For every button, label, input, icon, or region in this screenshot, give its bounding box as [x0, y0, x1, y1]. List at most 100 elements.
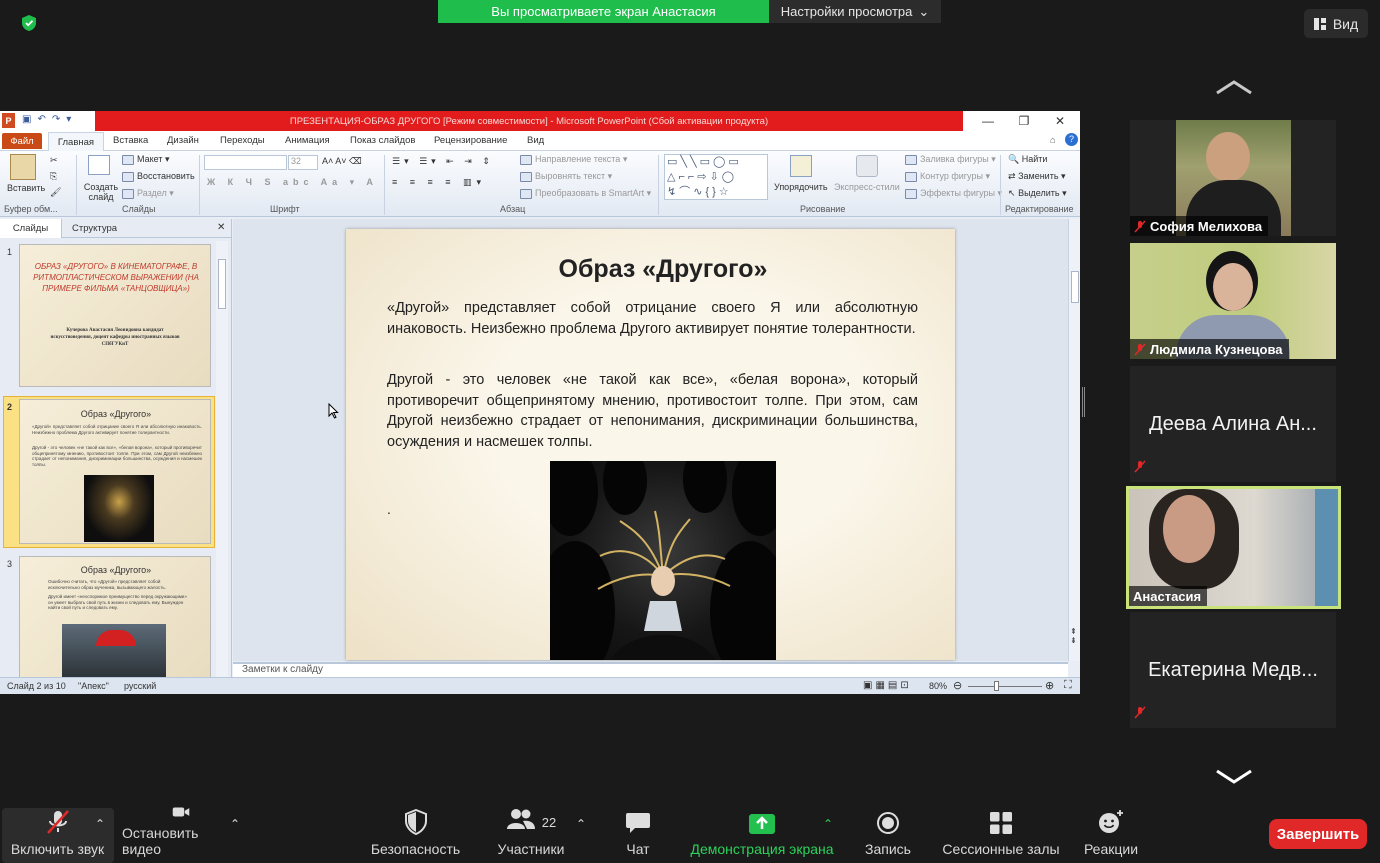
arrange-icon[interactable] — [790, 155, 812, 177]
shapes-gallery[interactable]: ▭╲╲▭◯▭ △⌐⌐⇨⇩◯ ↯⌒∿{}☆ — [664, 154, 768, 200]
participant-tile[interactable]: Деева Алина Ан... — [1130, 366, 1336, 482]
zoom-level[interactable]: 80% — [929, 681, 947, 691]
participants-options-caret[interactable]: ⌃ — [576, 817, 586, 831]
view-button[interactable]: Вид — [1304, 9, 1368, 38]
participant-tile[interactable]: Екатерина Медв... — [1130, 612, 1336, 728]
video-camera-icon — [172, 807, 190, 817]
shape-effects-button[interactable]: Эффекты фигуры ▾ — [905, 188, 1002, 199]
quick-access-toolbar[interactable]: ▣↶↷▾ — [22, 114, 77, 125]
participant-tile[interactable]: Людмила Кузнецова — [1130, 243, 1336, 359]
tab-animation[interactable]: Анимация — [285, 135, 330, 146]
scroll-thumb[interactable] — [218, 259, 226, 309]
zoom-slider-thumb[interactable] — [994, 681, 999, 691]
chat-button[interactable]: Чат — [612, 805, 664, 863]
copy-icon[interactable]: ⎘ — [50, 171, 57, 182]
slide-thumbnail-2[interactable]: Образ «Другого» «Другой» представляет со… — [19, 399, 211, 544]
security-button[interactable]: Безопасность — [368, 805, 463, 863]
current-slide[interactable]: Образ «Другого» «Другой» представляет со… — [346, 229, 955, 660]
slide-paragraph-1[interactable]: «Другой» представляет собой отрицание св… — [387, 298, 918, 339]
participants-button[interactable]: 22 Участники — [494, 805, 568, 863]
scroll-thumb[interactable] — [1071, 271, 1079, 303]
collapse-ribbon-icon[interactable]: ⌂ — [1050, 135, 1056, 146]
tab-insert[interactable]: Вставка — [113, 135, 148, 146]
align-text-button[interactable]: Выровнять текст ▾ — [520, 171, 612, 182]
slide-thumbnail-1[interactable]: ОБРАЗ «ДРУГОГО» В КИНЕМАТОГРАФЕ, В РИТМО… — [19, 244, 211, 387]
slide-title[interactable]: Образ «Другого» — [346, 255, 955, 284]
tab-slideshow[interactable]: Показ слайдов — [350, 135, 415, 146]
meeting-toolbar: Включить звук ⌃ Остановить видео ⌃ Безоп… — [0, 805, 1380, 863]
convert-smartart-button[interactable]: Преобразовать в SmartArt ▾ — [520, 188, 651, 199]
share-options-caret[interactable]: ⌃ — [823, 817, 833, 831]
unmute-button[interactable]: Включить звук — [10, 805, 105, 863]
stop-video-button[interactable]: Остановить видео — [122, 805, 240, 863]
video-options-caret[interactable]: ⌃ — [230, 817, 240, 831]
font-style-buttons[interactable]: Ж К Ч S abc Aa ▾ A — [207, 177, 378, 188]
restore-button[interactable]: ❐ — [1006, 111, 1042, 131]
breakout-rooms-button[interactable]: Сессионные залы — [940, 805, 1062, 863]
notes-pane[interactable]: Заметки к слайду — [233, 662, 1068, 677]
scroll-down-chevron-icon[interactable] — [1214, 766, 1254, 786]
list-buttons[interactable]: ☰▾ ☰▾ ⇤ ⇥ ⇕ — [392, 156, 494, 167]
font-size-select[interactable]: 32 — [288, 155, 318, 170]
tab-home[interactable]: Главная — [48, 132, 104, 151]
find-button[interactable]: 🔍 Найти — [1008, 154, 1047, 165]
language[interactable]: русский — [124, 681, 156, 691]
vertical-scrollbar[interactable]: ⇞ ⇟ — [1068, 219, 1080, 661]
slide-photo[interactable] — [550, 461, 776, 660]
quick-styles-icon[interactable] — [856, 155, 878, 177]
slide-paragraph-2[interactable]: Другой - это человек «не такой как все»,… — [387, 370, 918, 452]
text-direction-button[interactable]: Направление текста ▾ — [520, 154, 627, 165]
reactions-button[interactable]: Реакции — [1080, 805, 1142, 863]
minimize-button[interactable]: — — [970, 111, 1006, 131]
audio-options-caret[interactable]: ⌃ — [95, 817, 105, 831]
font-family-select[interactable] — [204, 155, 287, 170]
fit-slide-icon[interactable]: ⛶ — [1064, 679, 1072, 692]
replace-button[interactable]: ⇄ Заменить ▾ — [1008, 171, 1066, 182]
new-slide-icon[interactable] — [88, 155, 110, 175]
new-slide-button[interactable]: Создать слайд — [83, 182, 119, 202]
alignment-buttons[interactable]: ≡ ≡ ≡ ≡ ▥▾ — [392, 177, 486, 188]
share-screen-button[interactable]: Демонстрация экрана — [688, 805, 836, 863]
format-painter-icon[interactable]: 🖌 — [50, 187, 61, 198]
close-panel-icon[interactable]: ✕ — [217, 222, 225, 233]
participant-tile[interactable]: София Мелихова — [1130, 120, 1336, 236]
tab-transitions[interactable]: Переходы — [220, 135, 265, 146]
prev-next-slide-buttons[interactable]: ⇞ ⇟ — [1070, 627, 1077, 645]
view-options-dropdown[interactable]: Настройки просмотра ⌄ — [769, 0, 941, 23]
slide-thumbnail-3[interactable]: Образ «Другого» Ошибочно считать, что «Д… — [19, 556, 211, 677]
tab-view[interactable]: Вид — [527, 135, 544, 146]
paste-icon[interactable] — [10, 154, 36, 180]
arrange-button[interactable]: Упорядочить — [774, 182, 828, 192]
red-umbrella — [96, 630, 136, 646]
muted-mic-icon — [1134, 706, 1146, 724]
scroll-up-chevron-icon[interactable] — [1214, 78, 1254, 98]
panel-resize-handle[interactable] — [1082, 387, 1085, 417]
view-mode-buttons[interactable]: ▣▦▤⊡ — [863, 680, 912, 691]
panel-scrollbar[interactable] — [216, 241, 228, 677]
zoom-in-icon[interactable]: ⊕ — [1045, 679, 1054, 692]
select-button[interactable]: ↖ Выделить ▾ — [1008, 188, 1067, 199]
reset-button[interactable]: Восстановить — [122, 171, 195, 182]
end-meeting-button[interactable]: Завершить — [1269, 819, 1367, 849]
tab-design[interactable]: Дизайн — [167, 135, 199, 146]
paste-button[interactable]: Вставить — [7, 183, 45, 193]
close-button[interactable]: ✕ — [1042, 111, 1078, 131]
tab-file[interactable]: Файл — [2, 133, 42, 149]
font-size-controls[interactable]: A˄ A˅ ⌫ — [322, 156, 362, 167]
cut-icon[interactable]: ✂ — [50, 155, 58, 166]
record-button[interactable]: Запись — [858, 805, 918, 863]
layout-button[interactable]: Макет ▾ — [122, 154, 170, 165]
quick-styles-button[interactable]: Экспресс-стили — [834, 182, 900, 192]
tab-outline[interactable]: Структура — [72, 223, 117, 234]
encryption-shield-icon[interactable] — [20, 14, 38, 32]
shape-fill-button[interactable]: Заливка фигуры ▾ — [905, 154, 996, 165]
tab-review[interactable]: Рецензирование — [434, 135, 507, 146]
zoom-out-icon[interactable]: ⊖ — [953, 679, 962, 692]
shape-outline-button[interactable]: Контур фигуры ▾ — [905, 171, 990, 182]
zoom-slider[interactable] — [968, 686, 1042, 687]
help-icon[interactable]: ? — [1065, 133, 1078, 146]
participant-tile-active-speaker[interactable]: Анастасия — [1126, 486, 1341, 609]
unmute-label: Включить звук — [10, 841, 105, 857]
tab-slides[interactable]: Слайды — [0, 219, 62, 238]
section-button[interactable]: Раздел ▾ — [122, 188, 174, 199]
